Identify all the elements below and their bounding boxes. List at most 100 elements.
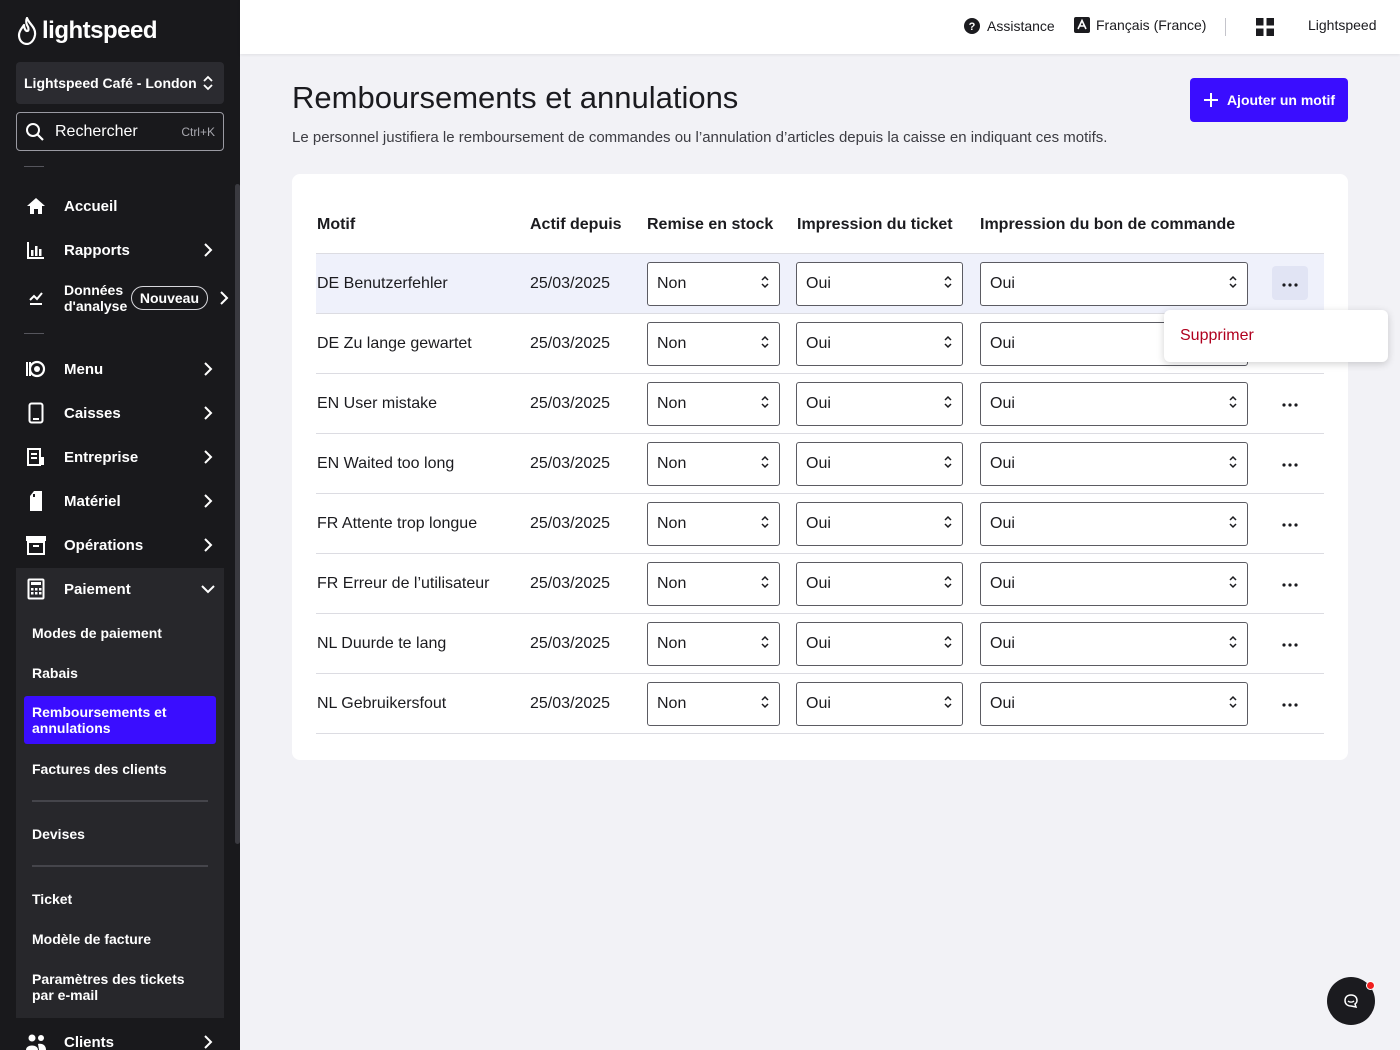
chevron-right-icon bbox=[200, 493, 216, 509]
sidebar-item-paiement[interactable]: Paiement bbox=[16, 568, 224, 610]
reason-name: EN Waited too long bbox=[317, 455, 455, 472]
ellipsis-icon bbox=[1282, 514, 1298, 532]
chevron-updown-icon bbox=[944, 455, 952, 474]
select-value: Oui bbox=[990, 515, 1015, 532]
print-order-select[interactable]: Oui bbox=[980, 682, 1248, 726]
restock-select[interactable]: Non bbox=[647, 622, 780, 666]
column-header-actif-depuis: Actif depuis bbox=[530, 216, 622, 233]
reason-name: DE Zu lange gewartet bbox=[317, 335, 472, 352]
submenu-item-modele-facture[interactable]: Modèle de facture bbox=[24, 924, 216, 954]
select-value: Non bbox=[657, 635, 687, 652]
restock-select[interactable]: Non bbox=[647, 262, 780, 306]
search-icon bbox=[26, 122, 44, 141]
select-value: Oui bbox=[990, 275, 1015, 292]
store-selector[interactable]: Lightspeed Café - London bbox=[16, 62, 224, 104]
chevron-updown-icon bbox=[944, 275, 952, 294]
add-reason-button[interactable]: Ajouter un motif bbox=[1190, 78, 1348, 122]
device-icon bbox=[24, 489, 48, 513]
more-actions-button[interactable] bbox=[1272, 266, 1308, 300]
print-order-select[interactable]: Oui bbox=[980, 382, 1248, 426]
search-input[interactable]: Rechercher Ctrl+K bbox=[16, 112, 224, 151]
submenu-item-rabais[interactable]: Rabais bbox=[24, 658, 216, 688]
active-since-date: 25/03/2025 bbox=[530, 575, 611, 592]
submenu-item-label: Modes de paiement bbox=[32, 625, 162, 641]
help-link[interactable]: ? Assistance bbox=[963, 17, 1055, 35]
print-order-select[interactable]: Oui bbox=[980, 622, 1248, 666]
help-label: Assistance bbox=[987, 18, 1055, 34]
sidebar-item-rapports[interactable]: Rapports bbox=[16, 230, 224, 270]
print-ticket-select[interactable]: Oui bbox=[796, 622, 963, 666]
calculator-icon bbox=[24, 577, 48, 601]
print-ticket-select[interactable]: Oui bbox=[796, 682, 963, 726]
sidebar-divider bbox=[24, 333, 44, 334]
print-order-select[interactable]: Oui bbox=[980, 262, 1248, 306]
chevron-right-icon bbox=[200, 449, 216, 465]
lightspeed-logo[interactable]: lightspeed bbox=[16, 16, 158, 46]
submenu-item-ticket[interactable]: Ticket bbox=[24, 884, 216, 914]
more-actions-button[interactable] bbox=[1272, 386, 1308, 420]
print-order-select[interactable]: Oui bbox=[980, 562, 1248, 606]
sidebar-item-operations[interactable]: Opérations bbox=[16, 525, 224, 565]
restock-select[interactable]: Non bbox=[647, 682, 780, 726]
table-row: DE Benutzerfehler 25/03/2025 Non Oui Oui bbox=[316, 254, 1324, 314]
submenu-item-tickets-email[interactable]: Paramètres des tickets par e-mail bbox=[24, 964, 216, 1010]
more-actions-button[interactable] bbox=[1272, 446, 1308, 480]
sidebar-item-accueil[interactable]: Accueil bbox=[16, 186, 224, 226]
chevron-updown-icon bbox=[1229, 695, 1237, 714]
more-actions-button[interactable] bbox=[1272, 566, 1308, 600]
select-value: Oui bbox=[806, 515, 831, 532]
chevron-updown-icon bbox=[1229, 575, 1237, 594]
ellipsis-icon bbox=[1282, 634, 1298, 652]
sidebar-item-entreprise[interactable]: Entreprise bbox=[16, 437, 224, 477]
restock-select[interactable]: Non bbox=[647, 382, 780, 426]
submenu-item-devises[interactable]: Devises bbox=[24, 819, 216, 849]
print-ticket-select[interactable]: Oui bbox=[796, 382, 963, 426]
submenu-item-modes-paiement[interactable]: Modes de paiement bbox=[24, 618, 216, 648]
sidebar-item-donnees-analyse[interactable]: Données d'analyse Nouveau bbox=[16, 278, 240, 318]
row-actions-popover: Supprimer bbox=[1164, 310, 1388, 362]
language-selector[interactable]: Français (France) bbox=[1074, 17, 1206, 33]
ellipsis-icon bbox=[1282, 574, 1298, 592]
restock-select[interactable]: Non bbox=[647, 562, 780, 606]
reason-name: NL Duurde te lang bbox=[317, 635, 447, 652]
print-ticket-select[interactable]: Oui bbox=[796, 562, 963, 606]
print-ticket-select[interactable]: Oui bbox=[796, 322, 963, 366]
search-shortcut: Ctrl+K bbox=[181, 124, 215, 139]
bar-chart-icon bbox=[24, 238, 48, 262]
print-order-select[interactable]: Oui bbox=[980, 502, 1248, 546]
sidebar-item-materiel[interactable]: Matériel bbox=[16, 481, 224, 521]
delete-menu-item[interactable]: Supprimer bbox=[1180, 327, 1254, 345]
restock-select[interactable]: Non bbox=[647, 322, 780, 366]
chevron-down-icon bbox=[200, 581, 216, 597]
sidebar-item-caisses[interactable]: Caisses bbox=[16, 393, 224, 433]
more-actions-button[interactable] bbox=[1272, 686, 1308, 720]
chevron-updown-icon bbox=[944, 635, 952, 654]
apps-switcher[interactable] bbox=[1256, 18, 1274, 36]
submenu-item-remboursements[interactable]: Remboursements et annulations bbox=[24, 696, 216, 744]
restock-select[interactable]: Non bbox=[647, 502, 780, 546]
print-ticket-select[interactable]: Oui bbox=[796, 442, 963, 486]
sidebar-item-label: Paiement bbox=[64, 580, 131, 598]
account-menu[interactable]: Lightspeed bbox=[1308, 17, 1377, 33]
print-ticket-select[interactable]: Oui bbox=[796, 502, 963, 546]
sidebar-item-label: Données d'analyse bbox=[64, 282, 128, 314]
language-icon bbox=[1074, 17, 1090, 33]
print-order-select[interactable]: Oui bbox=[980, 442, 1248, 486]
sidebar-item-menu[interactable]: Menu bbox=[16, 349, 224, 389]
submenu-item-label: Ticket bbox=[32, 891, 73, 907]
select-value: Oui bbox=[806, 275, 831, 292]
restock-select[interactable]: Non bbox=[647, 442, 780, 486]
select-value: Oui bbox=[990, 575, 1015, 592]
sidebar-item-clients[interactable]: Clients bbox=[16, 1022, 224, 1050]
chevron-right-icon bbox=[200, 405, 216, 421]
more-actions-button[interactable] bbox=[1272, 626, 1308, 660]
chevron-right-icon bbox=[216, 290, 232, 306]
chevron-updown-icon bbox=[761, 635, 769, 654]
add-reason-label: Ajouter un motif bbox=[1226, 92, 1336, 108]
sidebar: lightspeed Lightspeed Café - London Rech… bbox=[0, 0, 240, 1050]
submenu-item-factures-clients[interactable]: Factures des clients bbox=[24, 754, 216, 784]
print-ticket-select[interactable]: Oui bbox=[796, 262, 963, 306]
select-value: Non bbox=[657, 695, 687, 712]
more-actions-button[interactable] bbox=[1272, 506, 1308, 540]
select-value: Non bbox=[657, 395, 687, 412]
